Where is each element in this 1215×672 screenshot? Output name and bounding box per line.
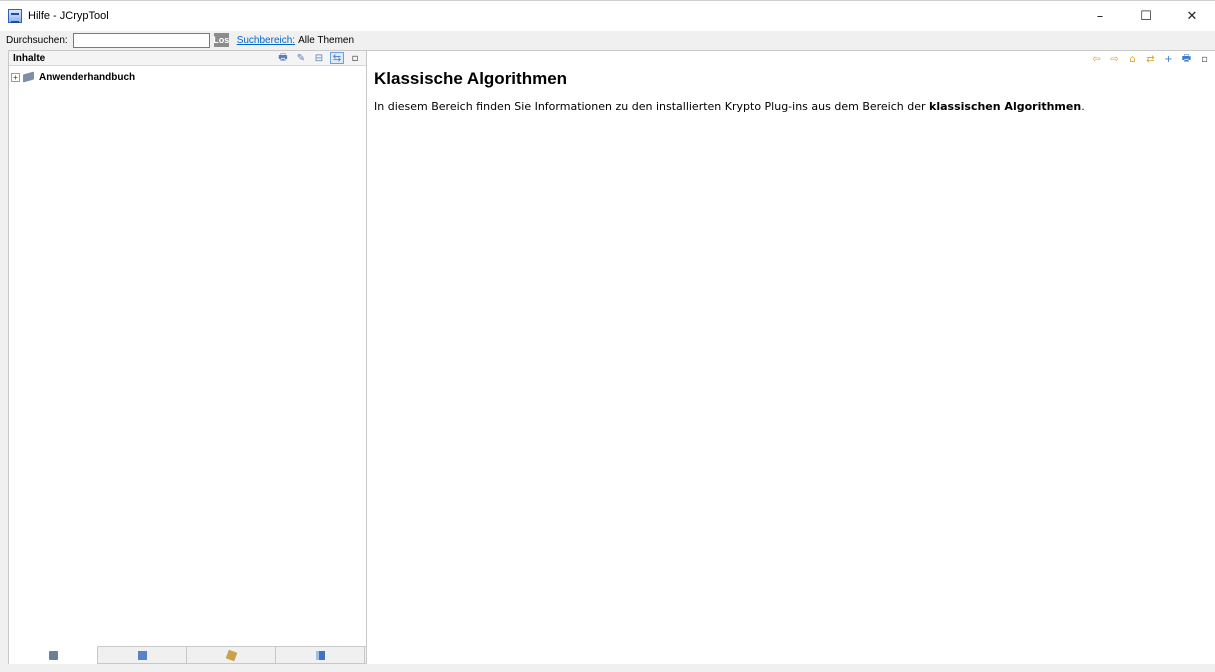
tab-bookmarks[interactable]: [276, 647, 365, 664]
content-toolbar: ⇦ ⇨ ⌂ ⇄ + 🖶 ▫: [1090, 52, 1211, 66]
app-icon: [8, 9, 22, 23]
tab-search[interactable]: [187, 647, 276, 664]
contents-icon: [48, 651, 58, 660]
tab-contents[interactable]: [9, 646, 98, 664]
window-controls: – ☐ ✕: [1077, 1, 1215, 31]
tree-item-label[interactable]: Anwenderhandbuch: [39, 72, 135, 83]
maximize-view-icon[interactable]: ▫: [1198, 53, 1211, 65]
link-with-contents-icon[interactable]: ⇆: [330, 52, 344, 64]
print-icon[interactable]: 🖶: [276, 52, 290, 64]
collapse-all-icon[interactable]: ⊟: [312, 52, 326, 64]
content-pane: ⇦ ⇨ ⌂ ⇄ + 🖶 ▫ Klassische Algorithmen In …: [367, 50, 1215, 664]
tree-item[interactable]: + Anwenderhandbuch: [9, 70, 366, 84]
status-bar: [0, 664, 1215, 672]
minimize-button[interactable]: –: [1077, 1, 1123, 31]
go-button[interactable]: Los: [213, 33, 229, 47]
highlight-icon[interactable]: ✎: [294, 52, 308, 64]
contents-pane-title: Inhalte: [13, 52, 46, 64]
paragraph-end: .: [1081, 100, 1085, 113]
help-content: Klassische Algorithmen In diesem Bereich…: [374, 68, 1204, 114]
home-icon[interactable]: ⌂: [1126, 53, 1139, 65]
paragraph-bold-text: klassischen Algorithmen: [929, 100, 1082, 113]
title-bar: Hilfe - JCrypTool – ☐ ✕: [0, 1, 1215, 31]
index-icon: [137, 651, 147, 660]
close-button[interactable]: ✕: [1169, 1, 1215, 31]
print-page-icon[interactable]: 🖶: [1180, 53, 1193, 65]
bookmarks-icon: [315, 651, 325, 660]
book-icon: [23, 72, 35, 82]
contents-tree: + Anwenderhandbuch: [9, 66, 366, 84]
bookmark-add-icon[interactable]: +: [1162, 53, 1175, 65]
search-input[interactable]: [72, 32, 210, 48]
tab-index[interactable]: [98, 647, 187, 664]
contents-pane: Inhalte 🖶 ✎ ⊟ ⇆ ▫ + Anwenderhandbuch: [8, 50, 367, 664]
page-paragraph: In diesem Bereich finden Sie Information…: [374, 99, 1204, 114]
maximize-button[interactable]: ☐: [1123, 1, 1169, 31]
paragraph-text: In diesem Bereich finden Sie Information…: [374, 100, 930, 113]
search-icon: [225, 649, 237, 662]
back-icon[interactable]: ⇦: [1090, 53, 1103, 65]
window-title: Hilfe - JCrypTool: [28, 10, 109, 22]
search-scope-value: Alle Themen: [298, 34, 355, 46]
minimize-view-icon[interactable]: ▫: [348, 52, 362, 64]
contents-toolbar: 🖶 ✎ ⊟ ⇆ ▫: [276, 52, 362, 64]
search-scope-link[interactable]: Suchbereich:: [237, 35, 295, 46]
expand-icon[interactable]: +: [11, 72, 20, 82]
show-in-contents-icon[interactable]: ⇄: [1144, 53, 1157, 65]
page-title: Klassische Algorithmen: [374, 69, 568, 88]
search-bar: Durchsuchen: Los Suchbereich: Alle Theme…: [0, 31, 1215, 49]
contents-pane-header: Inhalte 🖶 ✎ ⊟ ⇆ ▫: [9, 51, 366, 66]
help-window: Hilfe - JCrypTool – ☐ ✕ Durchsuchen: Los…: [0, 0, 1215, 672]
search-label: Durchsuchen:: [6, 34, 68, 46]
forward-icon[interactable]: ⇨: [1108, 53, 1121, 65]
pane-tabs: [9, 646, 366, 664]
